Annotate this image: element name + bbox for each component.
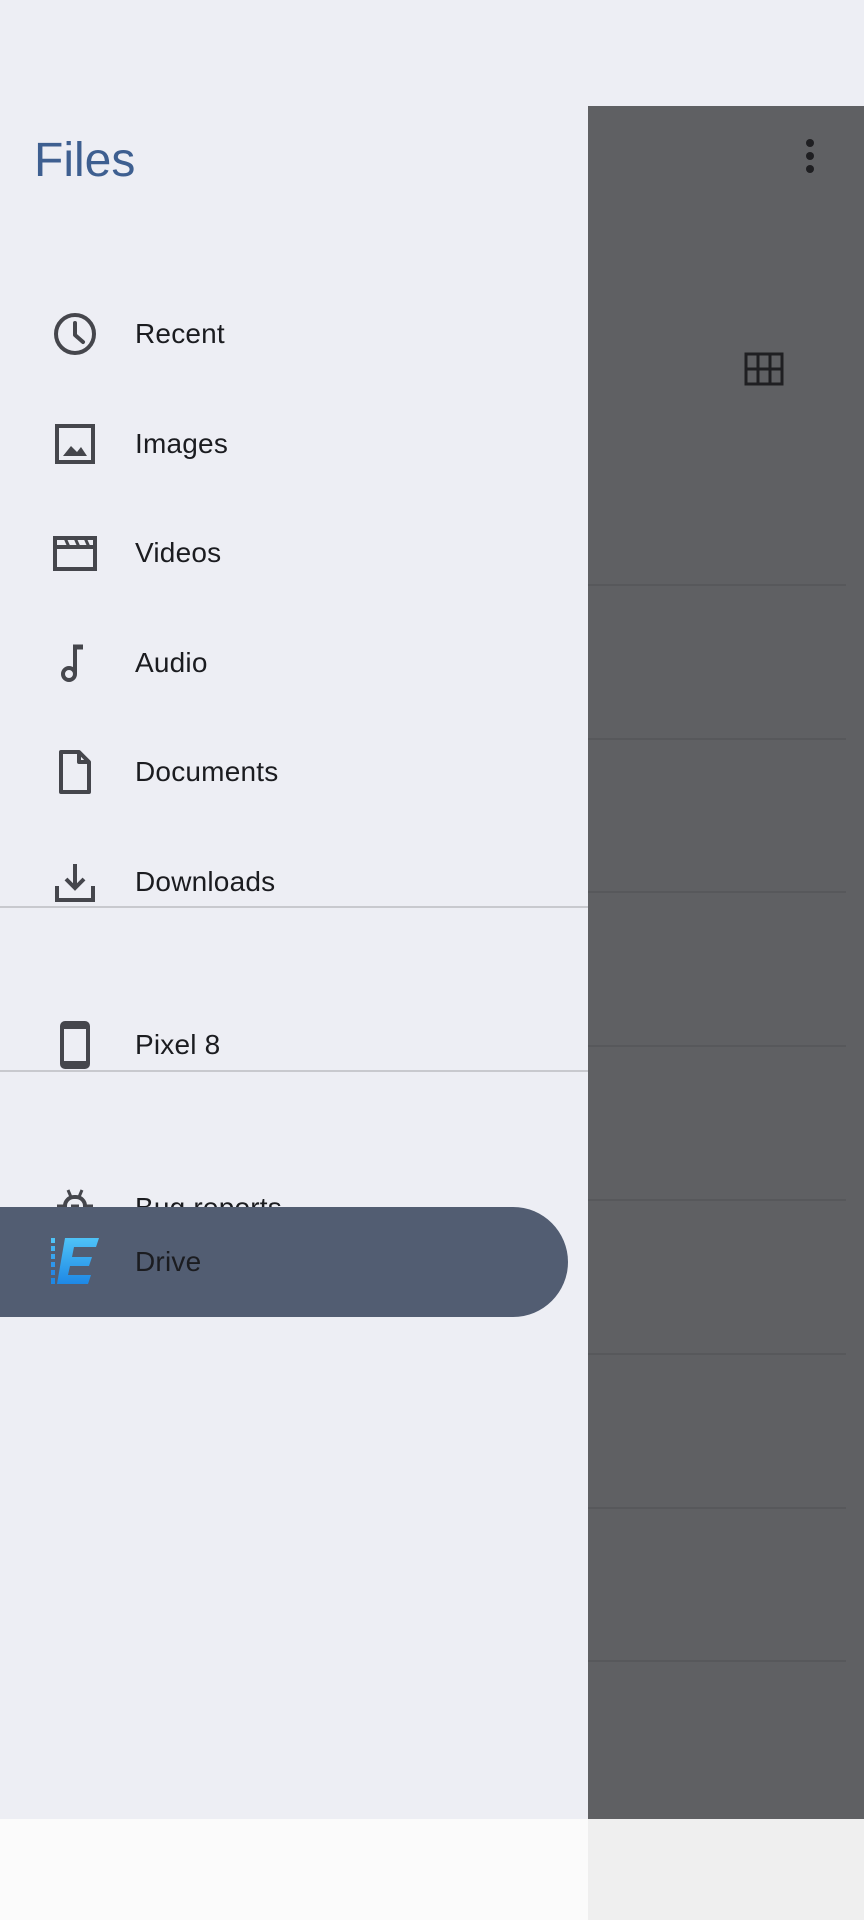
document-icon [51, 748, 99, 796]
drawer-item-label: Audio [135, 647, 208, 678]
drawer-item-drive[interactable]: Drive [0, 1207, 568, 1317]
drawer-item-videos[interactable]: Videos [0, 498, 568, 608]
list-divider [588, 1045, 846, 1047]
navigation-drawer: Files Recent Images Videos Audio Documen… [0, 106, 588, 1819]
list-divider [588, 1660, 846, 1662]
list-divider [588, 584, 846, 586]
drawer-item-documents[interactable]: Documents [0, 717, 568, 827]
drawer-item-label: Documents [135, 756, 279, 787]
drawer-item-label: Pixel 8 [135, 1029, 221, 1060]
scrim-overlay[interactable] [588, 106, 864, 1819]
drawer-item-label: Images [135, 428, 229, 459]
drawer-item-label: Recent [135, 318, 225, 349]
navigation-bar [588, 1819, 864, 1920]
drawer-item-audio[interactable]: Audio [0, 608, 568, 718]
list-divider [588, 1353, 846, 1355]
clock-icon [51, 310, 99, 358]
drawer-divider [0, 906, 588, 908]
list-divider [588, 1507, 846, 1509]
drawer-item-images[interactable]: Images [0, 389, 568, 499]
phone-icon [51, 1021, 99, 1069]
grid-view-icon[interactable] [744, 352, 784, 386]
drawer-item-label: Downloads [135, 866, 276, 897]
drawer-item-label: Videos [135, 537, 222, 568]
drawer-item-recent[interactable]: Recent [0, 279, 568, 389]
video-icon [51, 529, 99, 577]
drawer-title: Files [34, 134, 136, 187]
list-divider [588, 891, 846, 893]
drawer-item-pixel-8[interactable]: Pixel 8 [0, 990, 568, 1100]
drawer-divider [0, 1070, 588, 1072]
status-bar [0, 0, 864, 106]
drawer-item-downloads[interactable]: Downloads [0, 827, 568, 937]
music-note-icon [51, 639, 99, 687]
more-vert-icon[interactable] [788, 130, 832, 182]
navigation-bar [0, 1819, 588, 1920]
drive-app-icon [51, 1238, 99, 1286]
drawer-item-label: Drive [135, 1246, 202, 1277]
image-icon [51, 420, 99, 468]
list-divider [588, 1199, 846, 1201]
download-icon [51, 858, 99, 906]
list-divider [588, 738, 846, 740]
